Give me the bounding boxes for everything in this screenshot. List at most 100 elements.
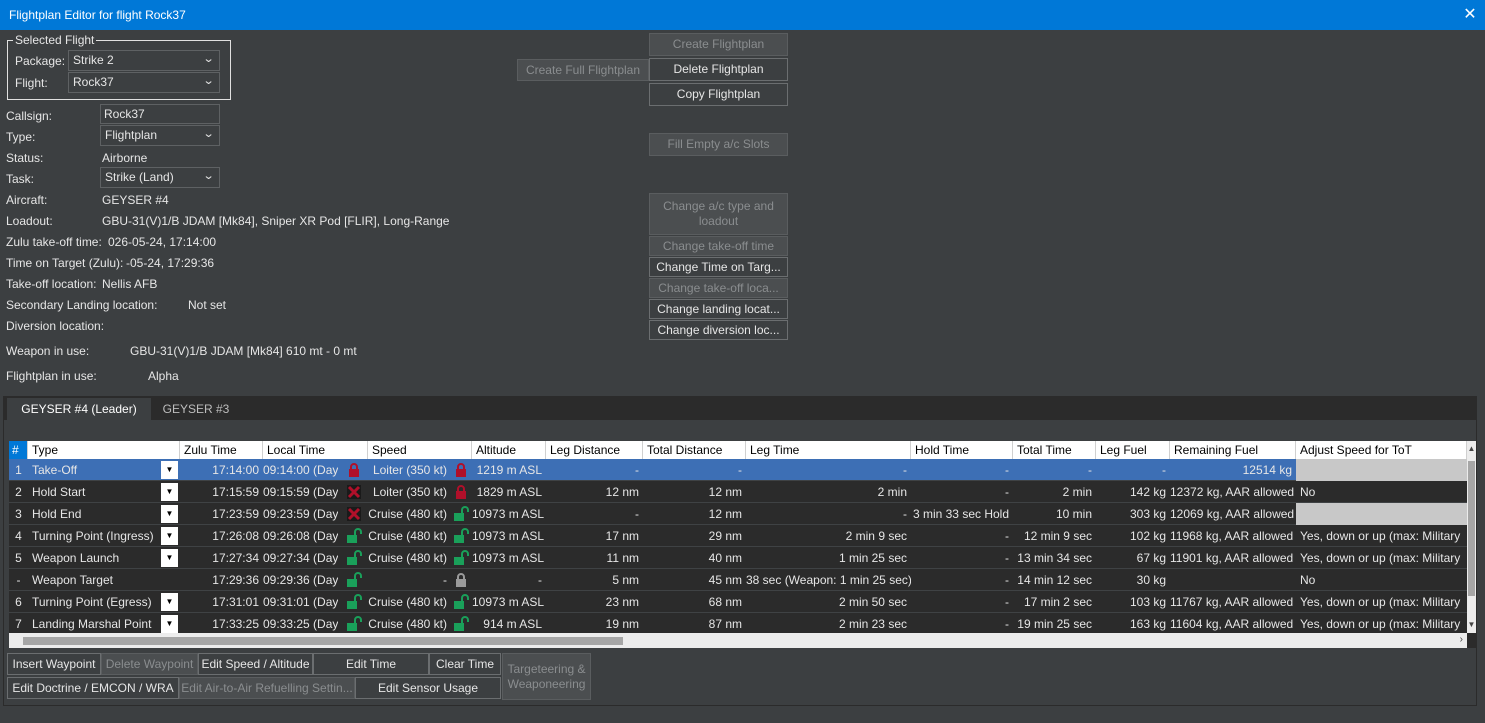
column-header[interactable]: # <box>9 441 28 459</box>
tot-value: -05-24, 17:29:36 <box>126 256 215 270</box>
scroll-thumb-horizontal[interactable] <box>23 637 623 645</box>
column-header[interactable]: Total Time <box>1013 441 1096 459</box>
edit-sensor-usage-button[interactable]: Edit Sensor Usage <box>355 677 501 699</box>
change-takeoff-location-button[interactable]: Change take-off loca... <box>649 278 788 298</box>
unlock-green-icon[interactable] <box>453 506 469 522</box>
table-cell-hold: - <box>1005 485 1009 499</box>
column-header[interactable]: Hold Time <box>911 441 1013 459</box>
copy-flightplan-button[interactable]: Copy Flightplan <box>649 83 788 106</box>
table-row[interactable]: 4 Turning Point (Ingress) 17:26:08 09:26:08… <box>9 525 1467 547</box>
change-diversion-location-button[interactable]: Change diversion loc... <box>649 320 788 340</box>
column-header[interactable]: Speed <box>368 441 472 459</box>
table-row[interactable]: 2 Hold Start 17:15:59 09:15:59 (Day) Loiter … <box>9 481 1467 503</box>
table-row[interactable]: 1 Take-Off 17:14:00 09:14:00 (Day) Loiter (3… <box>9 459 1467 481</box>
task-select[interactable]: Strike (Land) ⌄ <box>100 167 220 188</box>
change-tot-button[interactable]: Change Time on Targ... <box>649 257 788 277</box>
column-header[interactable]: Adjust Speed for ToT <box>1296 441 1467 459</box>
lock-red-icon[interactable] <box>453 462 469 478</box>
scroll-down-icon[interactable]: ▼ <box>1467 619 1476 631</box>
unlock-green-icon[interactable] <box>346 616 362 632</box>
type-dropdown-icon[interactable]: ▼ <box>161 483 178 501</box>
unlock-green-icon[interactable] <box>453 550 469 566</box>
unlock-green-icon[interactable] <box>346 594 362 610</box>
table-cell-totdist: - <box>738 463 742 477</box>
column-header[interactable]: Type <box>28 441 180 459</box>
column-header[interactable]: Local Time <box>263 441 368 459</box>
clear-time-button[interactable]: Clear Time <box>429 653 501 675</box>
table-cell-adjust: Yes, down or up (max: Military <box>1300 529 1461 543</box>
unlock-green-icon[interactable] <box>346 528 362 544</box>
table-row[interactable]: 6 Turning Point (Egress) 17:31:01 09:31:01 … <box>9 591 1467 613</box>
targeteering-button[interactable]: Targeteering & Weaponeering <box>502 653 591 700</box>
table-cell-alt: 10973 m ASL <box>472 595 545 609</box>
unlock-green-icon[interactable] <box>453 528 469 544</box>
close-icon[interactable]: ✕ <box>1455 0 1485 30</box>
lock-grey-icon[interactable] <box>453 572 469 588</box>
delete-flightplan-button[interactable]: Delete Flightplan <box>649 58 788 81</box>
column-header[interactable]: Altitude <box>472 441 546 459</box>
table-cell-speed: Cruise (480 kt) <box>368 507 447 521</box>
type-dropdown-icon[interactable]: ▼ <box>161 505 178 523</box>
horizontal-scrollbar[interactable]: › <box>9 633 1467 648</box>
table-row[interactable]: 7 Landing Marshal Point 17:33:25 09:33:25 (… <box>9 613 1467 635</box>
table-row[interactable]: - Weapon Target 17:29:36 09:29:36 (Day) - -5 … <box>9 569 1467 591</box>
unlock-green-icon[interactable] <box>453 594 469 610</box>
status-label: Status: <box>6 151 44 165</box>
change-aircraft-loadout-button[interactable]: Change a/c type and loadout <box>649 193 788 235</box>
table-row[interactable]: 3 Hold End 17:23:59 09:23:59 (Day) Cruise (4… <box>9 503 1467 525</box>
type-dropdown-icon[interactable]: ▼ <box>161 615 178 633</box>
type-select[interactable]: Flightplan ⌄ <box>100 125 220 146</box>
weapon-label: Weapon in use: <box>6 344 90 358</box>
callsign-label: Callsign: <box>6 109 53 123</box>
type-dropdown-icon[interactable]: ▼ <box>161 549 178 567</box>
table-cell-legfuel: 103 kg <box>1129 595 1166 609</box>
table-row[interactable]: 5 Weapon Launch 17:27:34 09:27:34 (Day) Crui… <box>9 547 1467 569</box>
callsign-input[interactable]: Rock37 <box>100 104 220 124</box>
lock-red-icon[interactable] <box>346 462 362 478</box>
tab-geyser-3[interactable]: GEYSER #3 <box>153 398 239 420</box>
edit-time-button[interactable]: Edit Time <box>313 653 429 675</box>
unlock-green-icon[interactable] <box>346 550 362 566</box>
cross-red-icon[interactable] <box>346 484 362 500</box>
tab-geyser-4-leader[interactable]: GEYSER #4 (Leader) <box>7 398 151 420</box>
cross-red-icon[interactable] <box>346 506 362 522</box>
table-cell-totdist: 29 nm <box>708 529 742 543</box>
table-cell-totdist: 87 nm <box>708 617 742 631</box>
fill-empty-slots-button[interactable]: Fill Empty a/c Slots <box>649 133 788 156</box>
table-cell-legtime: 2 min 50 sec <box>838 595 907 609</box>
table-cell-legdist: - <box>635 507 639 521</box>
column-header[interactable]: Remaining Fuel <box>1170 441 1296 459</box>
type-dropdown-icon[interactable]: ▼ <box>161 593 178 611</box>
scroll-right-icon[interactable]: › <box>1460 634 1463 645</box>
table-cell-zulu: 17:26:08 <box>212 529 259 543</box>
edit-aar-button[interactable]: Edit Air-to-Air Refuelling Settin... <box>179 677 355 699</box>
type-dropdown-icon[interactable]: ▼ <box>161 461 178 479</box>
change-landing-location-button[interactable]: Change landing locat... <box>649 299 788 319</box>
flight-select[interactable]: Rock37 ⌄ <box>68 72 220 93</box>
takeoff-location-value: Nellis AFB <box>102 277 158 291</box>
change-takeoff-time-button[interactable]: Change take-off time <box>649 236 788 256</box>
create-flightplan-button[interactable]: Create Flightplan <box>649 33 788 56</box>
type-label: Type: <box>6 130 36 144</box>
vertical-scrollbar[interactable]: ▲ ▼ <box>1467 441 1476 633</box>
edit-speed-altitude-button[interactable]: Edit Speed / Altitude <box>198 653 313 675</box>
column-header[interactable]: Leg Fuel <box>1096 441 1170 459</box>
scroll-up-icon[interactable]: ▲ <box>1467 443 1476 455</box>
lock-red-icon[interactable] <box>453 484 469 500</box>
scroll-thumb[interactable] <box>1468 461 1475 596</box>
column-header[interactable]: Total Distance <box>643 441 746 459</box>
edit-doctrine-button[interactable]: Edit Doctrine / EMCON / WRA <box>7 677 179 699</box>
column-header[interactable]: Leg Distance <box>546 441 643 459</box>
unlock-green-icon[interactable] <box>346 572 362 588</box>
delete-waypoint-button[interactable]: Delete Waypoint <box>101 653 198 675</box>
package-select[interactable]: Strike 2 ⌄ <box>68 50 220 71</box>
insert-waypoint-button[interactable]: Insert Waypoint <box>7 653 101 675</box>
type-dropdown-icon[interactable]: ▼ <box>161 527 178 545</box>
create-full-flightplan-button[interactable]: Create Full Flightplan <box>517 59 649 81</box>
column-header[interactable]: Zulu Time <box>180 441 263 459</box>
column-header[interactable]: Leg Time <box>746 441 911 459</box>
table-cell-legdist: 23 nm <box>605 595 639 609</box>
unlock-green-icon[interactable] <box>453 616 469 632</box>
table-cell-alt: 10973 m ASL <box>472 529 545 543</box>
table-cell-tottime: 19 min 25 sec <box>1017 617 1092 631</box>
